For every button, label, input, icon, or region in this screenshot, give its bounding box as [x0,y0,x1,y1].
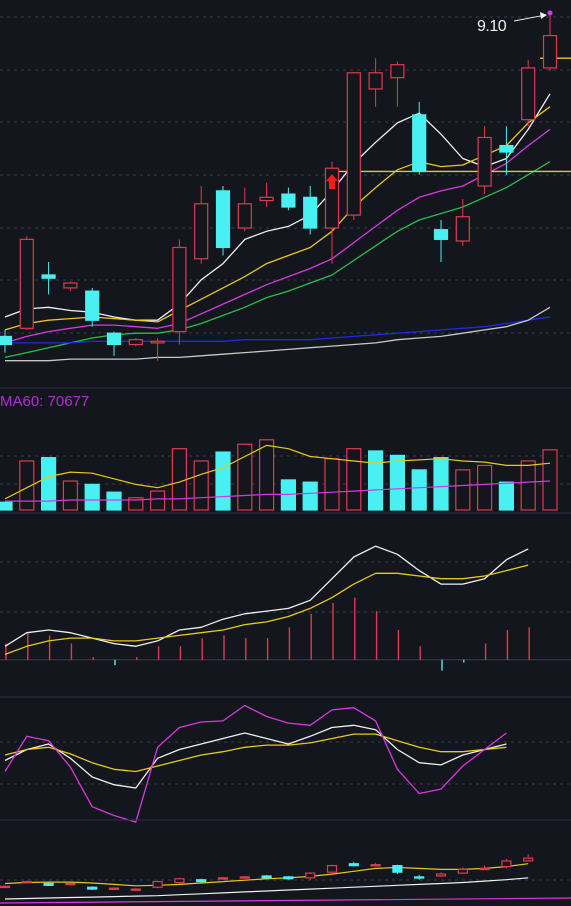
price-candle-3 [63,282,78,289]
volume-bar-23 [498,481,514,511]
mini-candle-3 [65,882,76,886]
price-candle-7 [150,340,165,344]
price-candle-22 [477,136,492,187]
mini-candle-11 [239,876,250,879]
mini-candle-1 [21,880,32,884]
volume-bar-4 [84,483,100,511]
price-candle-16 [346,72,361,216]
mini-candle-0 [0,885,11,889]
mini-candle-4 [87,886,98,890]
price-candle-6 [128,339,143,346]
mini-candle-24 [523,857,534,862]
mini-candle-8 [174,878,185,884]
volume-bar-16 [346,448,362,511]
mini-candle-7 [152,880,163,888]
volume-bar-22 [477,464,493,511]
price-candle-21 [455,216,470,242]
price-candle-12 [259,196,274,202]
volume-bar-3 [62,480,79,511]
volume-bar-5 [106,491,122,511]
volume-bar-15 [324,458,340,511]
volume-bar-20 [433,457,449,511]
price-candle-8 [172,246,187,333]
mini-candle-21 [457,868,468,874]
volume-bar-10 [215,451,231,511]
mini-candle-18 [392,865,403,873]
volume-bar-2 [40,457,57,511]
volume-bar-18 [389,454,405,511]
price-candle-24 [521,67,536,121]
mini-candle-5 [108,887,120,890]
price-candle-14 [303,196,318,229]
price-candle-19 [412,114,427,173]
volume-bar-19 [411,469,427,511]
volume-bar-14 [302,481,318,511]
mini-candle-20 [435,873,447,877]
mini-candle-15 [326,865,338,873]
volume-bar-9 [193,460,209,511]
mini-candle-9 [196,879,207,883]
max-price-dot [547,10,553,16]
price-candle-23 [499,144,514,153]
price-candle-5 [106,332,122,346]
volume-bar-21 [455,469,471,511]
price-candle-4 [85,290,100,321]
stock-chart: 9.10 MA60: 70677 [0,0,571,906]
volume-bar-17 [368,450,384,511]
volume-bar-8 [171,448,187,511]
volume-bar-0 [0,501,13,511]
mini-candle-23 [501,860,512,868]
price-candle-20 [433,229,449,240]
mini-candle-10 [217,877,229,880]
price-candle-2 [41,274,56,279]
volume-bar-24 [520,460,536,511]
price-candle-10 [215,190,231,249]
price-candle-0 [0,335,13,346]
volume-ma60-label: MA60: 70677 [0,393,89,410]
mini-candle-13 [283,876,294,880]
mini-candle-12 [261,875,272,879]
price-candle-25 [542,34,558,69]
chart-background [0,0,571,906]
price-candle-17 [368,72,383,90]
mini-candle-6 [130,888,141,891]
price-candle-18 [390,64,405,79]
mini-candle-14 [305,872,316,879]
volume-bar-12 [259,439,275,511]
mini-candle-17 [370,864,381,867]
mini-candle-16 [348,863,359,867]
volume-bar-25 [542,449,558,511]
price-candle-13 [281,193,296,208]
max-price-label: 9.10 [477,18,507,35]
volume-bar-7 [150,490,166,511]
price-candle-9 [194,203,209,260]
price-candle-11 [237,203,252,229]
mini-candle-22 [479,867,490,871]
price-candle-1 [19,238,34,329]
mini-candle-2 [43,882,54,886]
mini-candle-19 [414,876,425,879]
